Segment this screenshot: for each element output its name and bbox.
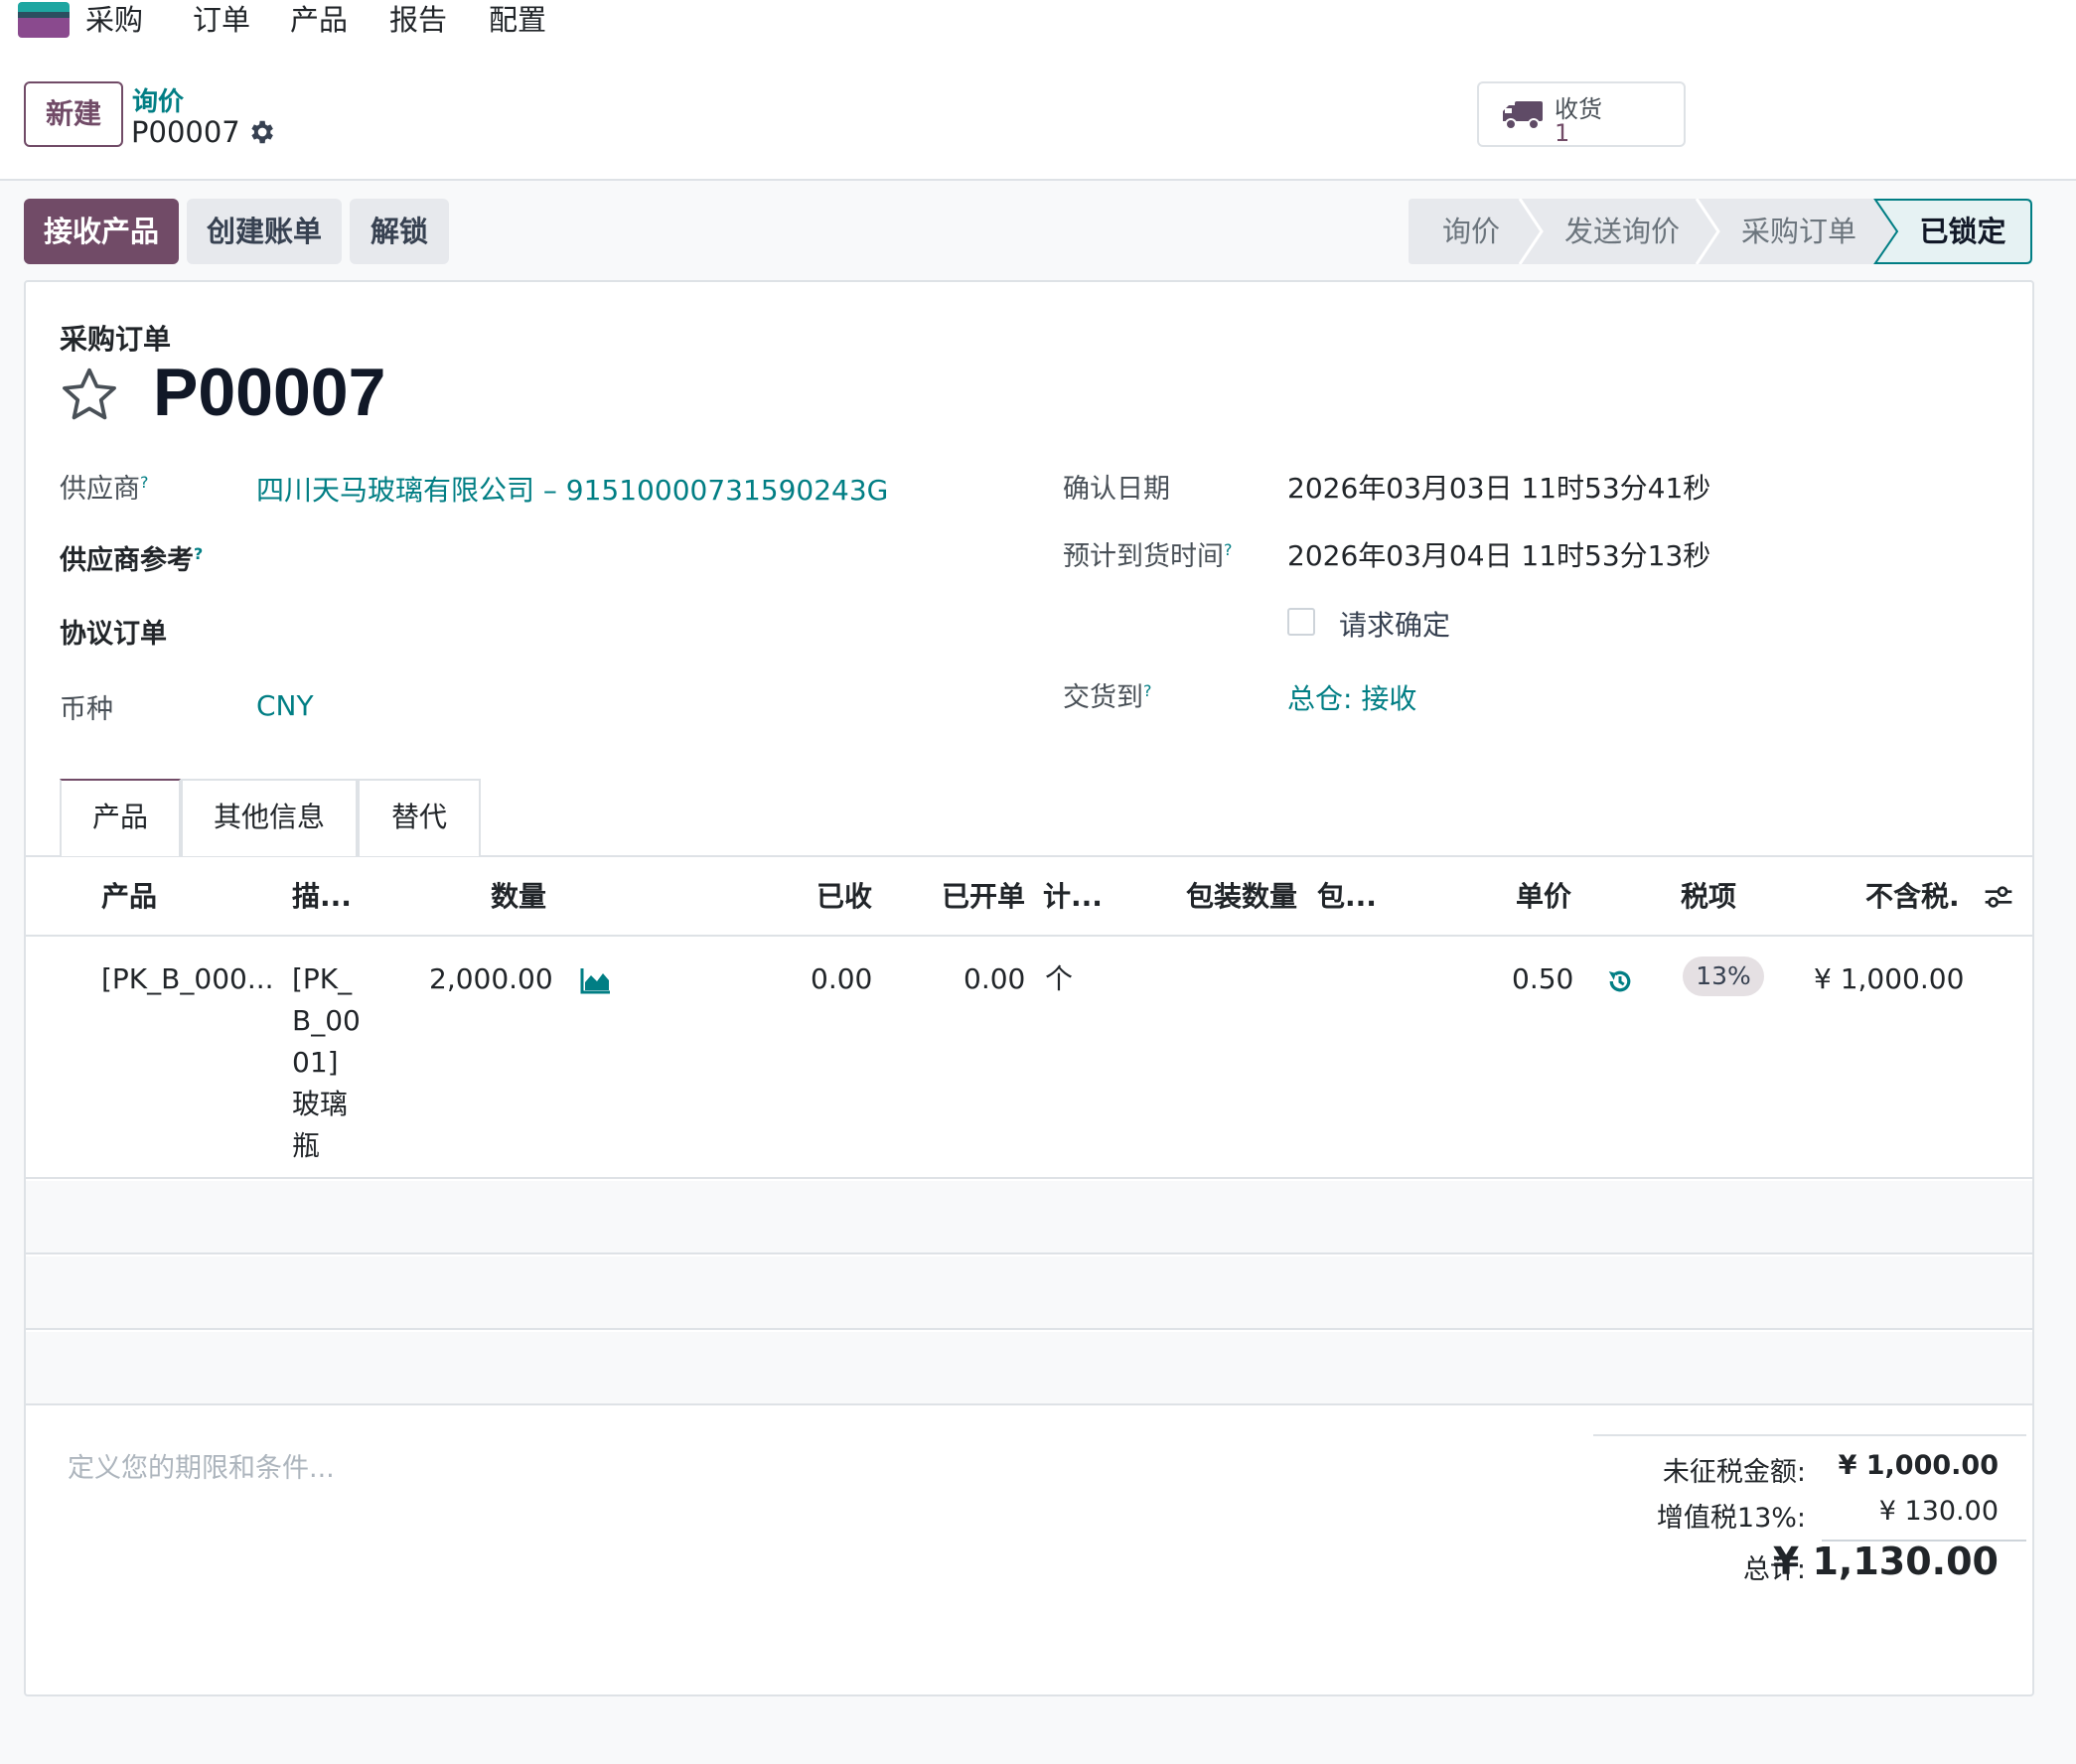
agreement-field[interactable] (256, 612, 952, 648)
gear-icon[interactable] (246, 117, 276, 147)
breadcrumb-current: P00007 (131, 115, 240, 149)
expected-arrival-field[interactable]: 2026年03月04日 11时53分13秒 (1287, 534, 1710, 574)
vat-value: ¥ 130.00 (1878, 1496, 1999, 1527)
expected-arrival-label: 预计到货时间? (1063, 540, 1233, 572)
cell-subtotal: ¥ 1,000.00 (1814, 962, 1965, 995)
app-name[interactable]: 采购 (85, 0, 143, 40)
cell-received: 0.00 (811, 962, 873, 995)
menu-products[interactable]: 产品 (290, 0, 348, 40)
column-header-packaging[interactable]: 包... (1317, 857, 1377, 937)
column-header-received[interactable]: 已收 (816, 857, 872, 937)
cell-unit-price[interactable]: 0.50 (1512, 958, 1573, 1000)
stage-purchase-order[interactable]: 采购订单 (1710, 199, 1887, 264)
total-value: ¥ 1,130.00 (1772, 1540, 1999, 1583)
stage-rfq[interactable]: 询价 (1409, 199, 1534, 264)
confirmation-date-field[interactable]: 2026年03月03日 11时53分41秒 (1287, 467, 1710, 507)
column-options-icon[interactable] (1983, 881, 2014, 913)
cell-uom[interactable]: 个 (1045, 958, 1073, 1000)
menu-configuration[interactable]: 配置 (489, 0, 546, 40)
receive-products-button[interactable]: 接收产品 (24, 199, 179, 264)
cell-product[interactable]: [PK_B_000... (101, 958, 274, 1000)
request-confirmation-checkbox[interactable] (1287, 608, 1315, 636)
help-tooltip-icon[interactable]: ? (1224, 540, 1233, 559)
empty-row[interactable] (26, 1332, 2032, 1405)
column-header-description[interactable]: 描... (292, 857, 352, 937)
currency-field[interactable]: CNY (256, 689, 314, 722)
currency-label: 币种 (60, 694, 113, 725)
purchase-app-icon[interactable] (18, 2, 70, 38)
help-tooltip-icon[interactable]: ? (1143, 681, 1152, 700)
cell-billed: 0.00 (964, 962, 1026, 995)
vendor-reference-label: 供应商参考? (60, 544, 204, 576)
column-header-product[interactable]: 产品 (101, 857, 157, 937)
cell-quantity[interactable]: 2,000.00 (429, 958, 553, 1000)
column-header-quantity[interactable]: 数量 (491, 857, 546, 937)
column-header-taxes[interactable]: 税项 (1681, 857, 1736, 937)
star-icon[interactable] (58, 364, 121, 427)
order-lines-header: 产品 描... 数量 已收 已开单 计... 包装数量 包... 单价 税项 不… (26, 857, 2032, 937)
vendor-label: 供应商? (60, 473, 149, 505)
menu-orders[interactable]: 订单 (193, 0, 250, 40)
help-tooltip-icon[interactable]: ? (194, 544, 203, 563)
deliver-to-field[interactable]: 总仓: 接收 (1287, 677, 1416, 717)
request-confirmation-label: 请求确定 (1339, 609, 1451, 642)
table-row[interactable]: [PK_B_000... [PK_B_0001] 玻璃瓶 2,000.00 0.… (26, 939, 2032, 1179)
vat-label: 增值税13%: (1656, 1503, 1806, 1534)
top-navbar: 采购 订单 产品 报告 配置 (0, 0, 2076, 44)
status-bar: 询价 发送询价 采购订单 已锁定 (1409, 199, 2032, 264)
reset-history-icon[interactable] (1605, 966, 1635, 996)
smart-button-count: 1 (1555, 119, 1570, 147)
vendor-field[interactable]: 四川天马玻璃有限公司 – 91510000731590243G (256, 469, 888, 509)
tab-other-info[interactable]: 其他信息 (181, 779, 358, 856)
untaxed-amount-label: 未征税金额: (1662, 1457, 1806, 1488)
tax-badge[interactable]: 13% (1683, 956, 1764, 996)
deliver-to-label: 交货到? (1063, 681, 1152, 713)
vendor-reference-field[interactable] (256, 538, 952, 574)
form-sheet: 采购订单 P00007 供应商? 四川天马玻璃有限公司 – 9151000073… (24, 280, 2034, 1696)
document-type-label: 采购订单 (60, 323, 172, 356)
menu-reports[interactable]: 报告 (389, 0, 447, 40)
forecast-chart-icon[interactable] (580, 966, 612, 994)
help-tooltip-icon[interactable]: ? (140, 473, 149, 492)
column-header-unit-price[interactable]: 单价 (1516, 857, 1571, 937)
column-header-billed[interactable]: 已开单 (942, 857, 1025, 937)
tab-products[interactable]: 产品 (60, 779, 181, 856)
stage-locked[interactable]: 已锁定 (1899, 199, 2026, 264)
terms-and-conditions-input[interactable]: 定义您的期限和条件... (68, 1446, 335, 1485)
agreement-label: 协议订单 (60, 619, 167, 650)
truck-icon (1503, 101, 1543, 130)
document-name: P00007 (153, 355, 386, 430)
new-button[interactable]: 新建 (24, 81, 123, 147)
column-header-subtotal[interactable]: 不含税. (1865, 857, 1960, 937)
empty-row[interactable] (26, 1256, 2032, 1330)
column-header-packaging-qty[interactable]: 包装数量 (1186, 857, 1297, 937)
column-header-uom[interactable]: 计... (1043, 857, 1103, 937)
empty-row[interactable] (26, 1181, 2032, 1254)
confirmation-date-label: 确认日期 (1063, 474, 1170, 505)
cell-description[interactable]: [PK_B_0001] 玻璃瓶 (292, 958, 368, 1167)
stage-rfq-sent[interactable]: 发送询价 (1534, 199, 1710, 264)
untaxed-amount-value: ¥ 1,000.00 (1838, 1450, 1999, 1481)
totals-divider (1593, 1434, 2026, 1436)
receipt-smart-button[interactable]: 收货 1 (1477, 81, 1686, 147)
tab-alternatives[interactable]: 替代 (358, 779, 481, 856)
control-panel: 新建 询价 P00007 收货 1 (0, 44, 2076, 181)
breadcrumb-parent-link[interactable]: 询价 (132, 81, 184, 118)
create-bill-button[interactable]: 创建账单 (187, 199, 342, 264)
unlock-button[interactable]: 解锁 (350, 199, 449, 264)
